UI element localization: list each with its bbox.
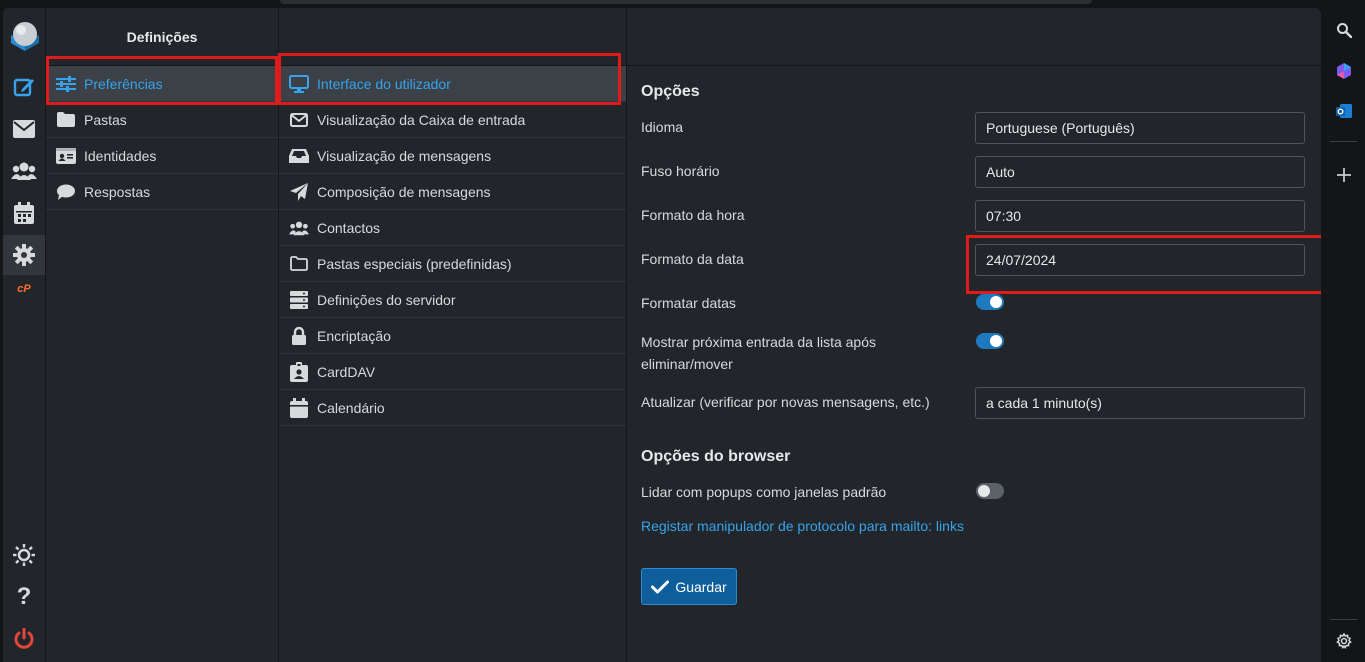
search-icon[interactable] <box>1322 15 1365 45</box>
pref-item-label: Encriptação <box>317 327 391 344</box>
compose-icon[interactable] <box>3 67 45 107</box>
date-format-label: Formato da data <box>641 251 744 267</box>
pref-item-composing[interactable]: Composição de mensagens <box>279 174 626 210</box>
calendar-app-icon[interactable] <box>3 193 45 233</box>
pref-item-label: Composição de mensagens <box>317 183 491 200</box>
settings-item-label: Respostas <box>84 183 151 200</box>
sidebar-settings-icon[interactable] <box>1322 626 1365 656</box>
comment-icon <box>56 182 76 202</box>
settings-item-preferences[interactable]: Preferências <box>46 66 278 102</box>
popups-label: Lidar com popups como janelas padrão <box>641 484 887 500</box>
settings-item-label: Pastas <box>84 111 127 128</box>
toggle-knob <box>990 296 1002 308</box>
sliders-icon <box>56 74 76 94</box>
badge-icon <box>289 361 309 382</box>
users-icon <box>289 218 309 238</box>
folder-outline-icon <box>289 254 309 274</box>
pref-item-encryption[interactable]: Encriptação <box>279 318 626 354</box>
pref-item-message-view[interactable]: Visualização de mensagens <box>279 138 626 174</box>
copilot-icon[interactable] <box>1322 56 1365 86</box>
pref-item-user-interface[interactable]: Interface do utilizador <box>279 66 626 102</box>
pref-item-server-settings[interactable]: Definições do servidor <box>279 282 626 318</box>
time-format-select[interactable]: 07:30 <box>975 200 1305 232</box>
panel-header <box>279 8 626 66</box>
preferences-sections-panel: Interface do utilizador Visualização da … <box>279 8 627 662</box>
pretty-dates-toggle[interactable] <box>976 294 1004 310</box>
help-question-icon[interactable]: ? <box>3 577 45 617</box>
content-header <box>627 8 1321 66</box>
browser-side-rail <box>1322 8 1365 662</box>
display-next-label-line1: Mostrar próxima entrada da lista após <box>641 334 876 350</box>
settings-item-identities[interactable]: Identidades <box>46 138 278 174</box>
settings-item-responses[interactable]: Respostas <box>46 174 278 210</box>
folder-icon <box>56 110 76 130</box>
popups-toggle[interactable] <box>976 483 1004 499</box>
language-select[interactable]: Portuguese (Português) <box>975 112 1305 144</box>
monitor-icon <box>289 74 309 94</box>
settings-gear-icon[interactable] <box>3 235 45 275</box>
logout-power-icon[interactable] <box>3 619 45 659</box>
theme-toggle-sun-icon[interactable] <box>3 535 45 575</box>
time-format-label: Formato da hora <box>641 207 745 223</box>
webmail-app: cP ? Definições Preferências Pastas Iden… <box>3 8 1321 662</box>
contacts-icon[interactable] <box>3 151 45 191</box>
toggle-knob <box>978 485 990 497</box>
display-next-label-line2: eliminar/mover <box>641 356 733 372</box>
date-format-select[interactable]: 24/07/2024 <box>975 244 1305 276</box>
rail-divider <box>1330 141 1357 142</box>
options-title: Opções <box>641 83 700 100</box>
server-icon <box>289 290 309 310</box>
pref-item-label: Visualização de mensagens <box>317 147 492 164</box>
outlook-icon[interactable] <box>1322 96 1365 126</box>
paper-plane-icon <box>289 182 309 202</box>
refresh-label: Atualizar (verificar por novas mensagens… <box>641 394 930 410</box>
toggle-knob <box>990 335 1002 347</box>
browser-options-title: Opções do browser <box>641 448 791 465</box>
refresh-interval-select[interactable]: a cada 1 minuto(s) <box>975 387 1305 419</box>
mailto-handler-link[interactable]: Registar manipulador de protocolo para m… <box>641 518 964 534</box>
sidebar-title: Definições <box>46 8 278 66</box>
app-navigation-rail: cP ? <box>3 8 46 662</box>
pref-item-calendar[interactable]: Calendário <box>279 390 626 426</box>
timezone-label: Fuso horário <box>641 163 720 179</box>
settings-item-folders[interactable]: Pastas <box>46 102 278 138</box>
pref-item-carddav[interactable]: CardDAV <box>279 354 626 390</box>
pref-item-special-folders[interactable]: Pastas especiais (predefinidas) <box>279 246 626 282</box>
display-next-label: Mostrar próxima entrada da lista após el… <box>641 331 931 375</box>
address-bar-strip <box>280 0 1092 4</box>
envelope-icon <box>289 110 309 130</box>
pref-item-label: Calendário <box>317 399 385 416</box>
display-next-toggle[interactable] <box>976 333 1004 349</box>
save-button[interactable]: Guardar <box>641 568 737 605</box>
pref-item-label: Visualização da Caixa de entrada <box>317 111 526 128</box>
calendar-icon <box>289 397 309 418</box>
lock-icon <box>289 326 309 346</box>
cpanel-icon[interactable]: cP <box>3 271 45 307</box>
add-icon[interactable] <box>1322 160 1365 190</box>
timezone-select[interactable]: Auto <box>975 156 1305 188</box>
inbox-icon <box>289 146 309 166</box>
check-icon <box>651 580 670 593</box>
pretty-dates-label: Formatar datas <box>641 295 736 311</box>
save-label: Guardar <box>675 578 727 595</box>
pref-item-label: Interface do utilizador <box>317 75 451 92</box>
pref-item-label: Pastas especiais (predefinidas) <box>317 255 512 272</box>
settings-item-label: Preferências <box>84 75 163 92</box>
settings-item-label: Identidades <box>84 147 157 164</box>
preferences-form: Opções Idioma Portuguese (Português) Fus… <box>627 8 1321 662</box>
browser-top-bar <box>0 0 1365 8</box>
mail-icon[interactable] <box>3 109 45 149</box>
language-label: Idioma <box>641 119 684 135</box>
pref-item-mailbox-view[interactable]: Visualização da Caixa de entrada <box>279 102 626 138</box>
rail-divider <box>1330 619 1357 620</box>
pref-item-label: Contactos <box>317 219 381 236</box>
pref-item-label: Definições do servidor <box>317 291 456 308</box>
pref-item-contacts[interactable]: Contactos <box>279 210 626 246</box>
pref-item-label: CardDAV <box>317 363 376 380</box>
roundcube-logo-icon[interactable] <box>7 17 43 57</box>
id-card-icon <box>56 146 76 166</box>
settings-sections-panel: Definições Preferências Pastas Identidad… <box>46 8 279 662</box>
